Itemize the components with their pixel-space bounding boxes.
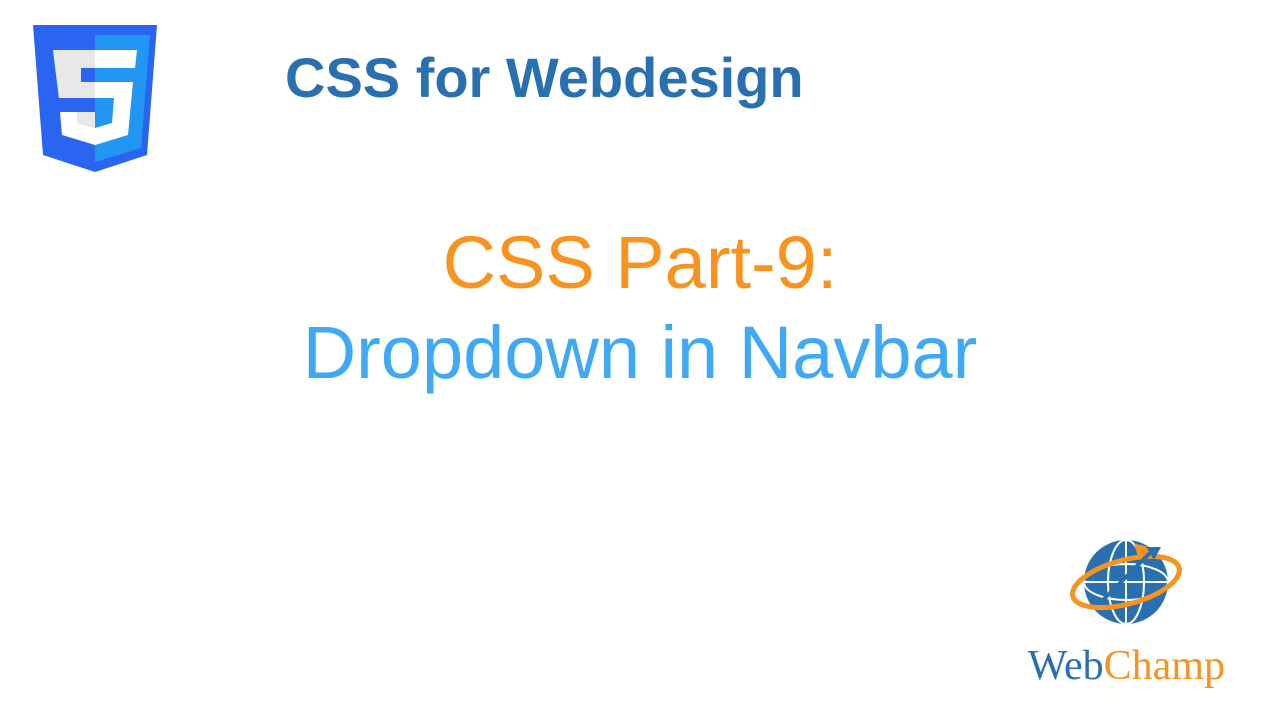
css3-shield-icon [25, 20, 165, 180]
brand-name: WebChamp [1028, 642, 1225, 690]
globe-arrow-icon [1066, 527, 1186, 637]
part-label: CSS Part-9: [0, 220, 1280, 305]
course-title: CSS for Webdesign [285, 45, 804, 110]
brand-name-part2: Champ [1104, 643, 1225, 689]
topic-title: Dropdown in Navbar [0, 310, 1280, 395]
title-section: CSS Part-9: Dropdown in Navbar [0, 220, 1280, 395]
header-row: CSS for Webdesign [0, 0, 1280, 180]
brand-section: WebChamp [1028, 527, 1225, 690]
brand-name-part1: Web [1028, 643, 1104, 689]
